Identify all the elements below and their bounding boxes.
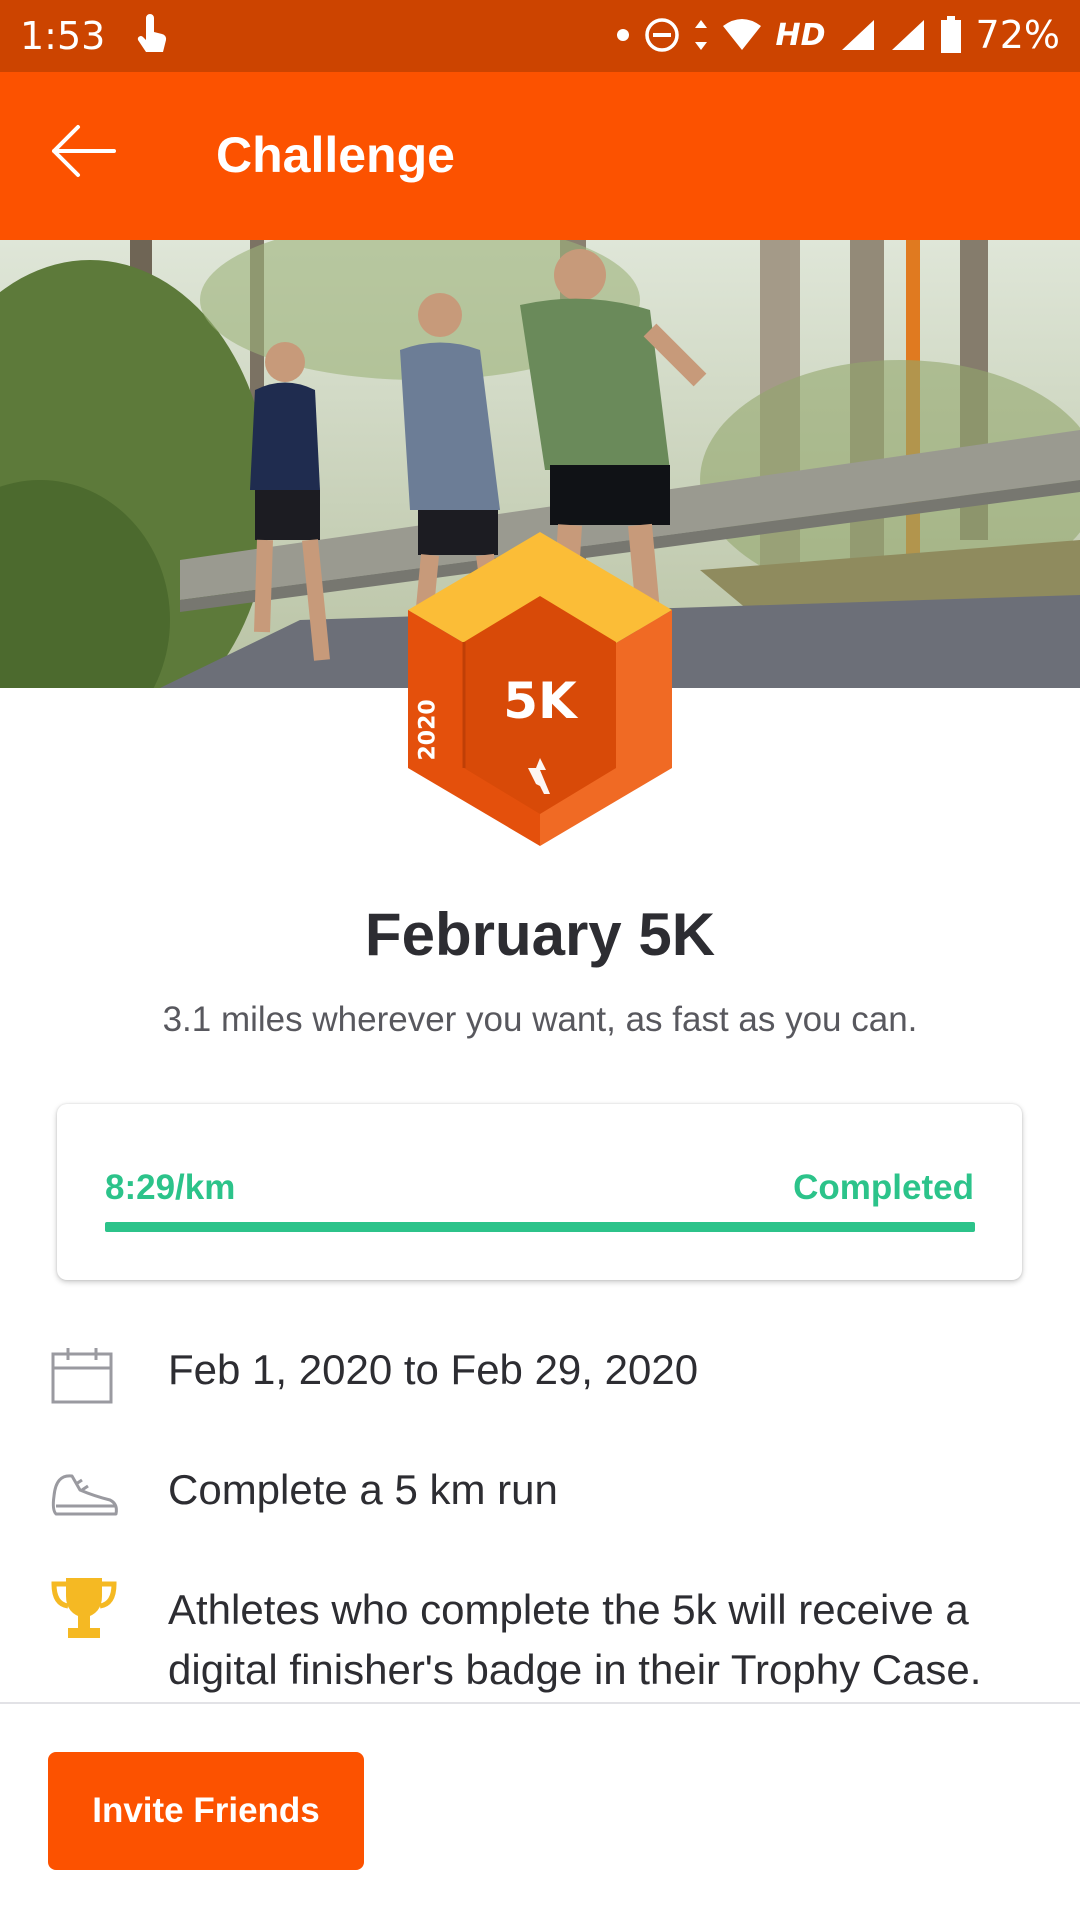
progress-card: 8:29/km Completed bbox=[57, 1104, 1022, 1280]
challenge-title: February 5K bbox=[364, 901, 716, 968]
signal-icon bbox=[890, 18, 926, 52]
detail-text: Feb 1, 2020 to Feb 29, 2020 bbox=[168, 1346, 699, 1393]
status-icons: HD 72% bbox=[616, 12, 1060, 58]
challenge-subtitle: 3.1 miles wherever you want, as fast as … bbox=[162, 1000, 918, 1039]
signal-icon bbox=[840, 18, 876, 52]
badge-year: 2020 bbox=[415, 699, 441, 761]
invite-friends-button[interactable]: Invite Friends bbox=[48, 1752, 364, 1870]
status-time: 1:53 bbox=[20, 14, 106, 58]
page-title: Challenge bbox=[216, 127, 455, 183]
shoe-icon bbox=[50, 1466, 120, 1527]
progress-bar-fill bbox=[105, 1222, 975, 1232]
battery-icon bbox=[940, 16, 962, 54]
detail-text: Complete a 5 km run bbox=[168, 1466, 558, 1513]
calendar-icon bbox=[50, 1346, 114, 1411]
arrow-left-icon[interactable] bbox=[48, 122, 118, 180]
challenge-badge: 2020 5K bbox=[400, 532, 680, 848]
data-arrows-icon bbox=[694, 18, 708, 52]
divider bbox=[0, 1702, 1080, 1704]
completion-status: Completed bbox=[793, 1168, 974, 1207]
dot-icon bbox=[616, 28, 630, 42]
trophy-icon bbox=[50, 1574, 118, 1647]
network-type: HD bbox=[775, 17, 826, 53]
detail-text: Athletes who complete the 5k will receiv… bbox=[168, 1586, 982, 1693]
wifi-icon bbox=[722, 18, 762, 52]
progress-bar bbox=[105, 1222, 975, 1232]
do-not-disturb-icon bbox=[644, 17, 680, 53]
app-bar: Challenge bbox=[0, 72, 1080, 240]
battery-level: 72% bbox=[975, 13, 1060, 57]
touch-icon bbox=[134, 14, 170, 60]
status-bar: 1:53 HD 72% bbox=[0, 0, 1080, 72]
badge-distance: 5K bbox=[503, 672, 577, 730]
pace-value: 8:29/km bbox=[105, 1168, 236, 1207]
